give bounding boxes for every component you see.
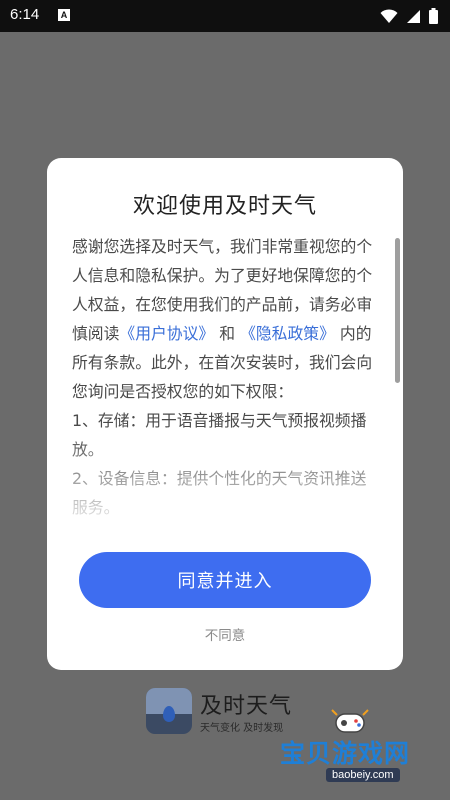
privacy-dialog: 欢迎使用及时天气 感谢您选择及时天气，我们非常重视您的个人信息和隐私保护。为了更… — [47, 158, 403, 670]
permission-storage: 1、存储：用于语音播报与天气预报视频播放。 — [72, 411, 367, 459]
disagree-button[interactable]: 不同意 — [47, 624, 403, 644]
status-bar: 6:14 A — [0, 0, 450, 32]
watermark-title: 宝贝游戏网 — [280, 739, 411, 768]
watermark-url: baobeiy.com — [326, 768, 400, 782]
status-time: 6:14 — [10, 6, 40, 23]
permission-device-info: 2、设备信息：提供个性化的天气资讯推送服务。 — [72, 469, 367, 517]
dialog-body: 感谢您选择及时天气，我们非常重视您的个人信息和隐私保护。为了更好地保障您的个人权… — [72, 232, 380, 522]
user-agreement-link[interactable]: 《用户协议》 — [119, 324, 214, 343]
wifi-icon — [380, 8, 398, 23]
dialog-content-scroll[interactable]: 感谢您选择及时天气，我们非常重视您的个人信息和隐私保护。为了更好地保障您的个人权… — [72, 232, 380, 526]
battery-icon — [429, 8, 438, 24]
intro-paragraph: 感谢您选择及时天气，我们非常重视您的个人信息和隐私保护。为了更好地保障您的个人权… — [72, 232, 380, 406]
privacy-policy-link[interactable]: 《隐私政策》 — [240, 324, 335, 343]
status-icons — [380, 8, 438, 24]
watermark: 宝贝游戏网 baobeiy.com — [276, 706, 446, 786]
and-text: 和 — [219, 324, 236, 343]
cellular-icon — [407, 9, 420, 23]
dialog-title: 欢迎使用及时天气 — [132, 194, 317, 219]
notification-badge: A — [58, 9, 70, 21]
app-logo — [146, 688, 192, 734]
scrollbar[interactable] — [395, 238, 400, 383]
app-slogan: 天气变化 及时发现 — [200, 723, 284, 734]
agree-and-enter-button[interactable]: 同意并进入 — [79, 552, 371, 608]
gamepad-icon — [331, 709, 369, 733]
